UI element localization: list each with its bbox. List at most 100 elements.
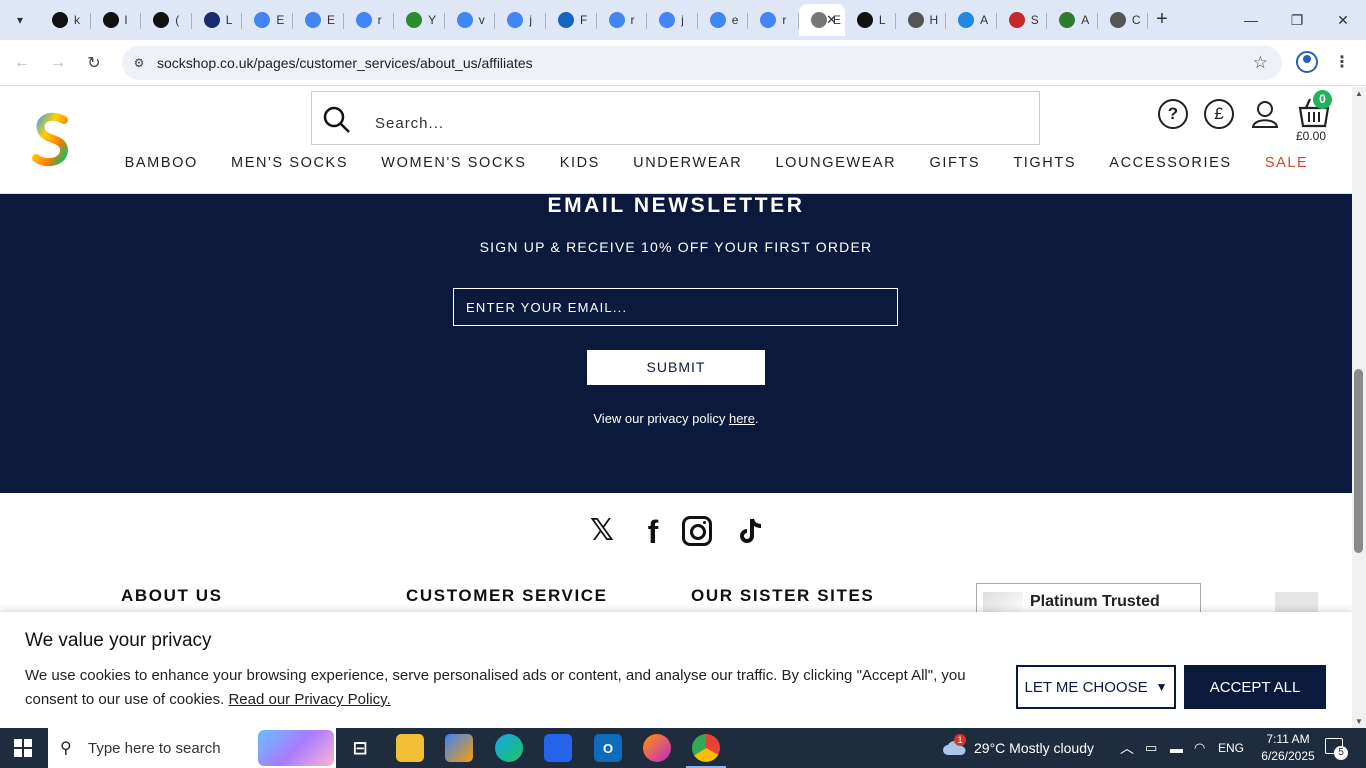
search-highlight-image[interactable] <box>258 730 334 766</box>
meet-now-icon[interactable]: ▭ <box>1145 728 1157 768</box>
taskbar-search[interactable]: ⚲ Type here to search <box>48 728 336 768</box>
tab-title[interactable]: A <box>980 13 990 27</box>
tab-title[interactable]: v <box>479 13 489 27</box>
browser-tab[interactable]: E <box>242 4 293 36</box>
copilot-icon[interactable] <box>445 734 473 762</box>
site-search[interactable]: Search... <box>311 91 1040 145</box>
browser-tab[interactable]: j <box>647 4 698 36</box>
edge-icon[interactable] <box>495 734 523 762</box>
address-bar[interactable]: ⚙ sockshop.co.uk/pages/customer_services… <box>122 46 1282 80</box>
scroll-down-arrow[interactable]: ▼ <box>1355 717 1363 726</box>
browser-tab[interactable]: A <box>946 4 997 36</box>
firefox-icon[interactable] <box>643 734 671 762</box>
search-placeholder[interactable]: Search... <box>375 115 444 132</box>
account-icon[interactable] <box>1250 99 1280 129</box>
browser-tab[interactable]: A <box>1047 4 1098 36</box>
site-info-icon[interactable]: ⚙ <box>130 54 148 72</box>
tab-active[interactable]: E ✕ <box>798 4 845 36</box>
tab-title[interactable]: A <box>1081 13 1091 27</box>
url-text[interactable]: sockshop.co.uk/pages/customer_services/a… <box>157 55 533 71</box>
browser-tab[interactable]: L <box>845 4 896 36</box>
restore-button[interactable]: ❐ <box>1274 0 1320 40</box>
tab-title[interactable]: ( <box>175 13 185 27</box>
nav-item-sale[interactable]: SALE <box>1248 155 1325 171</box>
x-twitter-icon[interactable]: 𝕏 <box>587 516 617 546</box>
scrollbar-thumb[interactable] <box>1354 369 1363 553</box>
help-icon[interactable]: ? <box>1158 99 1188 129</box>
browser-tab[interactable]: l <box>91 4 142 36</box>
tab-title[interactable]: k <box>74 13 84 27</box>
tab-title[interactable]: l <box>125 13 135 27</box>
cookie-privacy-link[interactable]: Read our Privacy Policy. <box>228 691 390 708</box>
outlook-icon[interactable]: O <box>594 734 622 762</box>
tab-title[interactable]: C <box>1132 13 1142 27</box>
facebook-icon[interactable]: f <box>638 516 668 548</box>
close-window-button[interactable]: ✕ <box>1320 0 1366 40</box>
browser-tab[interactable]: F <box>546 4 597 36</box>
taskbar-clock[interactable]: 7:11 AM 6/26/2025 <box>1252 731 1324 765</box>
submit-button[interactable]: SUBMIT <box>587 350 765 385</box>
tab-title[interactable]: Y <box>428 13 438 27</box>
reload-button[interactable]: ↻ <box>82 51 106 75</box>
browser-tab[interactable]: C <box>1098 4 1149 36</box>
wifi-icon[interactable]: ◠ <box>1194 728 1205 768</box>
nav-item-underwear[interactable]: UNDERWEAR <box>617 155 759 171</box>
tab-title[interactable]: j <box>529 13 539 27</box>
page-scrollbar[interactable]: ▲ ▼ <box>1352 87 1366 728</box>
browser-tab[interactable]: j <box>495 4 546 36</box>
trusted-shop-badge[interactable]: Platinum Trusted <box>976 583 1201 616</box>
nav-item-tights[interactable]: TIGHTS <box>997 155 1093 171</box>
browser-tab[interactable]: e <box>698 4 749 36</box>
browser-tab[interactable]: v <box>445 4 496 36</box>
nav-item-accessories[interactable]: ACCESSORIES <box>1093 155 1249 171</box>
tab-title[interactable]: L <box>226 13 236 27</box>
browser-tab[interactable]: r <box>597 4 648 36</box>
tiktok-icon[interactable] <box>736 516 766 546</box>
nav-item-loungewear[interactable]: LOUNGEWEAR <box>759 155 913 171</box>
new-tab-button[interactable]: + <box>1150 8 1174 32</box>
forward-button[interactable]: → <box>46 51 70 75</box>
currency-icon[interactable]: £ <box>1204 99 1234 129</box>
privacy-policy-link[interactable]: here <box>729 411 755 426</box>
file-explorer-icon[interactable] <box>396 734 424 762</box>
close-tab-icon[interactable]: ✕ <box>826 12 837 28</box>
nav-item-bamboo[interactable]: BAMBOO <box>108 155 214 171</box>
tab-title[interactable]: j <box>681 13 691 27</box>
tab-title[interactable]: L <box>879 13 889 27</box>
clock-date[interactable]: 6/26/2025 <box>1252 748 1324 765</box>
clock-time[interactable]: 7:11 AM <box>1252 731 1324 748</box>
battery-icon[interactable]: ▬ <box>1170 728 1183 768</box>
profile-icon[interactable] <box>1296 51 1318 73</box>
taskbar-search-placeholder[interactable]: Type here to search <box>88 740 221 757</box>
nav-item-men-s-socks[interactable]: MEN'S SOCKS <box>214 155 364 171</box>
tab-title[interactable]: E <box>327 13 337 27</box>
microsoft-store-icon[interactable] <box>544 734 572 762</box>
search-icon[interactable] <box>323 106 351 134</box>
browser-tab[interactable]: H <box>896 4 947 36</box>
tab-title[interactable]: H <box>930 13 940 27</box>
browser-tab[interactable]: k <box>40 4 91 36</box>
nav-item-women-s-socks[interactable]: WOMEN'S SOCKS <box>365 155 543 171</box>
accept-all-button[interactable]: ACCEPT ALL <box>1184 665 1326 709</box>
task-view-icon[interactable]: ⊟ <box>346 734 374 762</box>
browser-tab[interactable]: r <box>748 4 799 36</box>
minimize-button[interactable]: — <box>1228 0 1274 40</box>
tab-title[interactable]: r <box>378 13 388 27</box>
browser-tab[interactable]: ( <box>141 4 192 36</box>
let-me-choose-button[interactable]: LET ME CHOOSE ▼ <box>1016 665 1176 709</box>
chrome-icon[interactable] <box>686 734 726 768</box>
weather-text[interactable]: 29°C Mostly cloudy <box>974 728 1094 768</box>
nav-item-kids[interactable]: KIDS <box>543 155 616 171</box>
instagram-icon[interactable] <box>682 516 712 546</box>
browser-tab[interactable]: L <box>192 4 243 36</box>
windows-start-icon[interactable] <box>14 739 32 757</box>
tab-title[interactable]: r <box>782 13 792 27</box>
bookmark-star-icon[interactable]: ☆ <box>1253 53 1268 73</box>
browser-tab[interactable]: S <box>997 4 1048 36</box>
hidden-icons-chevron-icon[interactable]: ︿ <box>1120 728 1134 768</box>
tab-title[interactable]: F <box>580 13 590 27</box>
basket-total[interactable]: £0.00 <box>1296 129 1326 143</box>
back-button[interactable]: ← <box>10 51 34 75</box>
let-me-choose-label[interactable]: LET ME CHOOSE <box>1025 679 1148 696</box>
browser-tab[interactable]: r <box>344 4 395 36</box>
